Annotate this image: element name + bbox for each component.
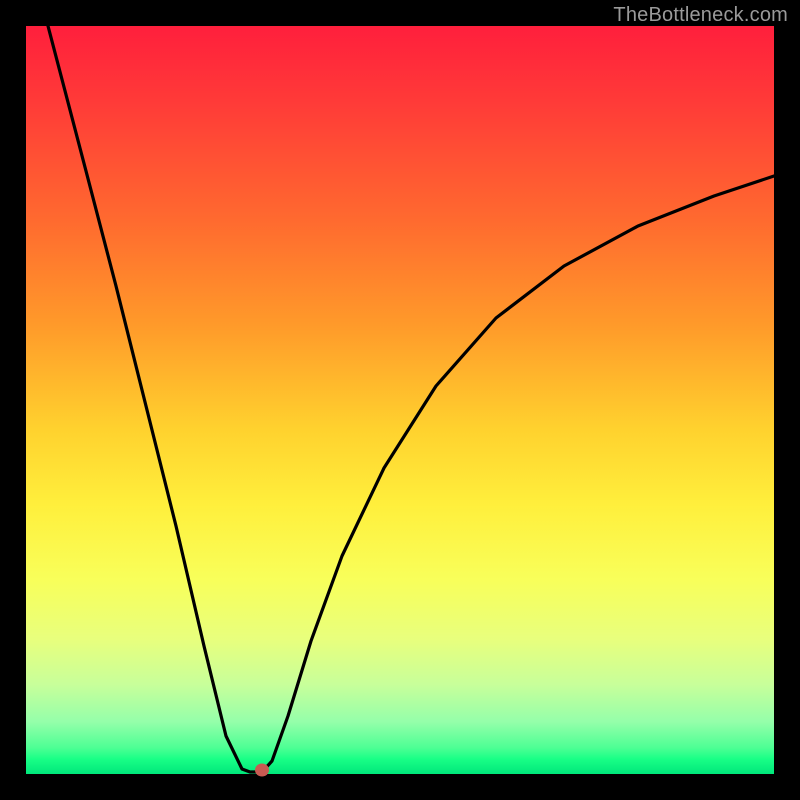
curve-layer — [26, 26, 774, 774]
optimal-point-marker — [255, 764, 269, 777]
bottleneck-curve — [48, 26, 774, 772]
chart-frame: TheBottleneck.com — [0, 0, 800, 800]
watermark-text: TheBottleneck.com — [613, 4, 788, 27]
plot-area — [26, 26, 774, 774]
